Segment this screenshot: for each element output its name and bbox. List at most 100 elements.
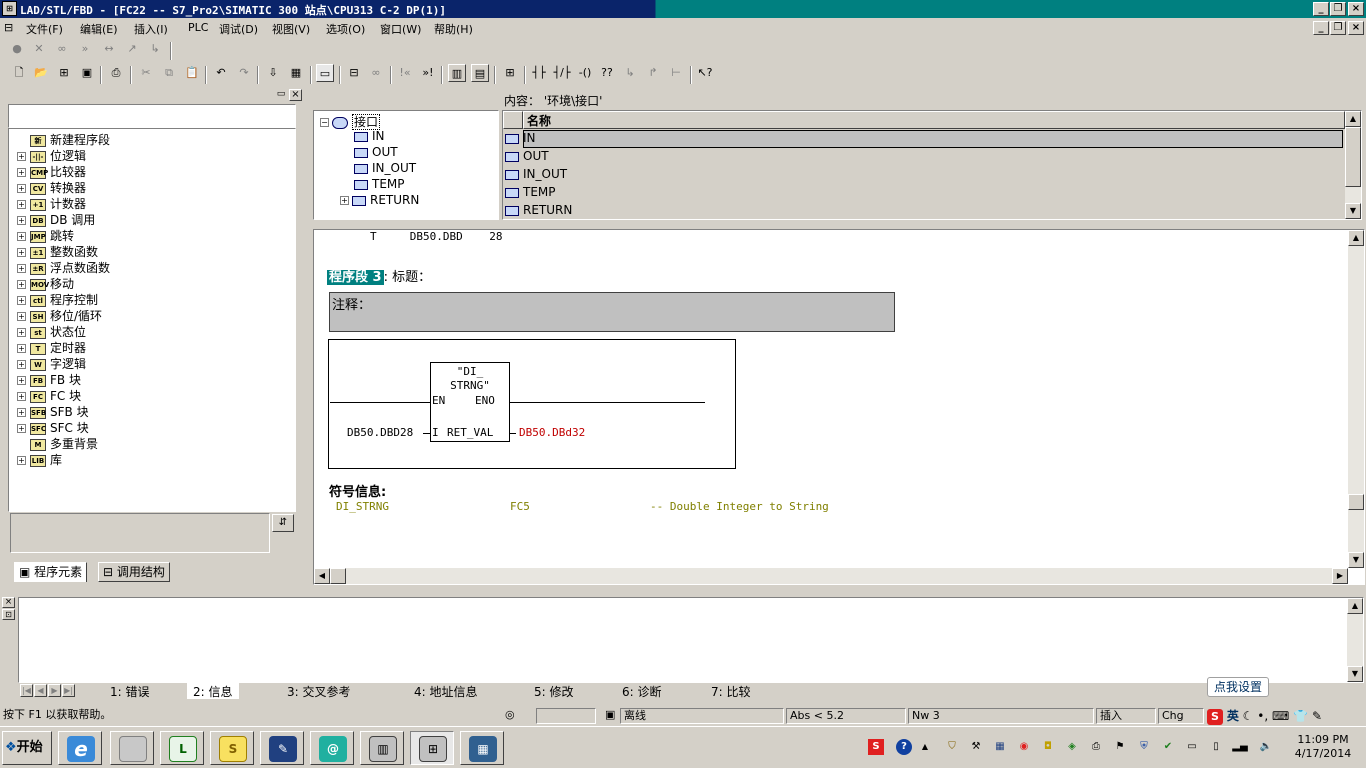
tray-expand-icon[interactable]: ▲: [920, 739, 930, 755]
taskbar-app-green[interactable]: @: [310, 731, 354, 765]
scroll-thumb[interactable]: [1348, 494, 1364, 510]
tree-item[interactable]: + CMP 比较器: [17, 163, 86, 179]
editor-vscrollbar[interactable]: ▲ ▼: [1348, 230, 1364, 568]
undo-icon[interactable]: ↶: [212, 64, 230, 82]
expand-icon[interactable]: +: [17, 264, 26, 273]
keyboard-icon[interactable]: ⌨: [1272, 709, 1289, 723]
coil-icon[interactable]: -(): [576, 64, 594, 82]
step-into-icon[interactable]: ↔: [100, 40, 118, 58]
moon-icon[interactable]: ☾: [1243, 709, 1254, 723]
child-restore-icon[interactable]: ❐: [1330, 21, 1346, 35]
menu-options[interactable]: 选项(O): [326, 21, 365, 37]
tab-call-structure[interactable]: ⊟ 调用结构: [98, 562, 170, 582]
tree-item[interactable]: + SH 移位/循环: [17, 307, 102, 323]
scroll-down-icon[interactable]: ▼: [1348, 552, 1364, 568]
tree-item[interactable]: + st 状态位: [17, 323, 86, 339]
expand-icon[interactable]: +: [17, 456, 26, 465]
tray-red-icon[interactable]: ◉: [1016, 739, 1032, 755]
tray-help-icon[interactable]: ?: [896, 739, 912, 755]
element-search-box[interactable]: [8, 104, 296, 128]
nc-contact-icon[interactable]: ┤/├: [553, 64, 571, 82]
accessible-nodes-icon[interactable]: ⊞: [55, 64, 73, 82]
monitor-icon[interactable]: ▦: [287, 64, 305, 82]
scroll-thumb[interactable]: [1345, 127, 1361, 187]
table-row[interactable]: OUT: [505, 149, 549, 165]
tree-item[interactable]: + MOV移动: [17, 275, 74, 291]
tree-item[interactable]: + FB FB 块: [17, 371, 81, 387]
tree-item[interactable]: + FC FC 块: [17, 387, 81, 403]
menu-insert[interactable]: 插入(I): [134, 21, 168, 37]
taskbar-app-hw-config[interactable]: ▥: [360, 731, 404, 765]
tree-item[interactable]: + T 定时器: [17, 339, 86, 355]
interface-item-out[interactable]: OUT: [354, 145, 398, 161]
scroll-right-icon[interactable]: ▶: [1332, 568, 1348, 584]
interface-item-in-out[interactable]: IN_OUT: [354, 161, 416, 177]
expand-icon[interactable]: +: [17, 408, 26, 417]
insert-element-icon[interactable]: ⇵: [272, 514, 294, 532]
next-tab-icon[interactable]: ▶: [48, 684, 61, 697]
editor-hscrollbar[interactable]: ◀ ▶: [314, 568, 1348, 584]
copy-icon[interactable]: ⧉: [160, 64, 178, 82]
menu-help[interactable]: 帮助(H): [434, 21, 473, 37]
table-row[interactable]: IN_OUT: [505, 167, 567, 183]
scroll-left-icon[interactable]: ◀: [314, 568, 330, 584]
ladder-editor[interactable]: T DB50.DBD 28 程序段 3: 标题： 注释： "DI_ STRNG"…: [313, 229, 1365, 585]
scroll-down-icon[interactable]: ▼: [1345, 203, 1361, 219]
expand-icon[interactable]: +: [17, 168, 26, 177]
tree-item[interactable]: M 多重背景: [17, 435, 98, 451]
tray-signal-icon[interactable]: ▂▄: [1232, 739, 1248, 755]
expand-icon[interactable]: +: [17, 200, 26, 209]
table-row[interactable]: RETURN: [505, 203, 572, 219]
close-branch-icon[interactable]: ↱: [644, 64, 662, 82]
overview-icon[interactable]: ▭: [316, 64, 334, 82]
expand-icon[interactable]: +: [17, 312, 26, 321]
menu-window[interactable]: 窗口(W): [380, 21, 421, 37]
tab-program-elements[interactable]: ▣ 程序元素: [14, 562, 88, 582]
scroll-up-icon[interactable]: ▲: [1345, 111, 1361, 127]
tray-flag-icon[interactable]: ⚑: [1112, 739, 1128, 755]
scroll-up-icon[interactable]: ▲: [1348, 230, 1364, 246]
ime-lang[interactable]: 英: [1227, 709, 1239, 723]
expand-icon[interactable]: +: [17, 392, 26, 401]
expand-icon[interactable]: +: [17, 344, 26, 353]
glasses-icon[interactable]: ∞: [53, 40, 71, 58]
expand-icon[interactable]: +: [17, 376, 26, 385]
tray-shield-icon[interactable]: ⛉: [944, 739, 960, 755]
table-row[interactable]: TEMP: [505, 185, 556, 201]
tab-errors[interactable]: 1: 错误: [110, 683, 150, 699]
tab-cross-reference[interactable]: 3: 交叉参考: [287, 683, 351, 699]
cut-icon[interactable]: ✂: [137, 64, 155, 82]
pane-close-icon[interactable]: ×: [289, 89, 302, 101]
document-menu-icon[interactable]: ⊟: [4, 21, 22, 34]
interface-item-return[interactable]: + RETURN: [340, 193, 419, 209]
taskbar-app-ie[interactable]: e: [58, 731, 102, 765]
open-branch-icon[interactable]: ↳: [621, 64, 639, 82]
context-help-icon[interactable]: ↖?: [696, 64, 714, 82]
menu-plc[interactable]: PLC: [188, 21, 208, 34]
taskbar-app-simatic-manager[interactable]: L: [160, 731, 204, 765]
step-out-icon[interactable]: ↗: [123, 40, 141, 58]
tools-icon[interactable]: ✎: [1312, 709, 1322, 723]
prev-error-icon[interactable]: !«: [396, 64, 414, 82]
minimize-icon[interactable]: _: [1313, 2, 1329, 16]
scroll-up-icon[interactable]: ▲: [1347, 598, 1363, 614]
open-icon[interactable]: 📂: [32, 64, 50, 82]
child-minimize-icon[interactable]: _: [1313, 21, 1329, 35]
expand-icon[interactable]: +: [17, 328, 26, 337]
next-error-icon[interactable]: »!: [419, 64, 437, 82]
menu-edit[interactable]: 编辑(E): [80, 21, 118, 37]
ime-tooltip[interactable]: 点我设置: [1207, 677, 1269, 697]
tools-icon[interactable]: ✕: [30, 40, 48, 58]
interface-scrollbar[interactable]: ▲ ▼: [1345, 111, 1361, 219]
expand-icon[interactable]: +: [17, 152, 26, 161]
tab-address-info[interactable]: 4: 地址信息: [414, 683, 478, 699]
tree-item[interactable]: 新新建程序段: [17, 131, 110, 147]
expand-icon[interactable]: +: [17, 216, 26, 225]
tree-item[interactable]: + JMP 跳转: [17, 227, 74, 243]
no-contact-icon[interactable]: ┤├: [530, 64, 548, 82]
collapse-icon[interactable]: −: [320, 118, 329, 127]
table-row[interactable]: IN: [505, 131, 536, 147]
network-label[interactable]: 程序段 3: [327, 270, 384, 285]
tab-diagnostics[interactable]: 6: 诊断: [622, 683, 662, 699]
hscroll-thumb[interactable]: [330, 568, 346, 584]
